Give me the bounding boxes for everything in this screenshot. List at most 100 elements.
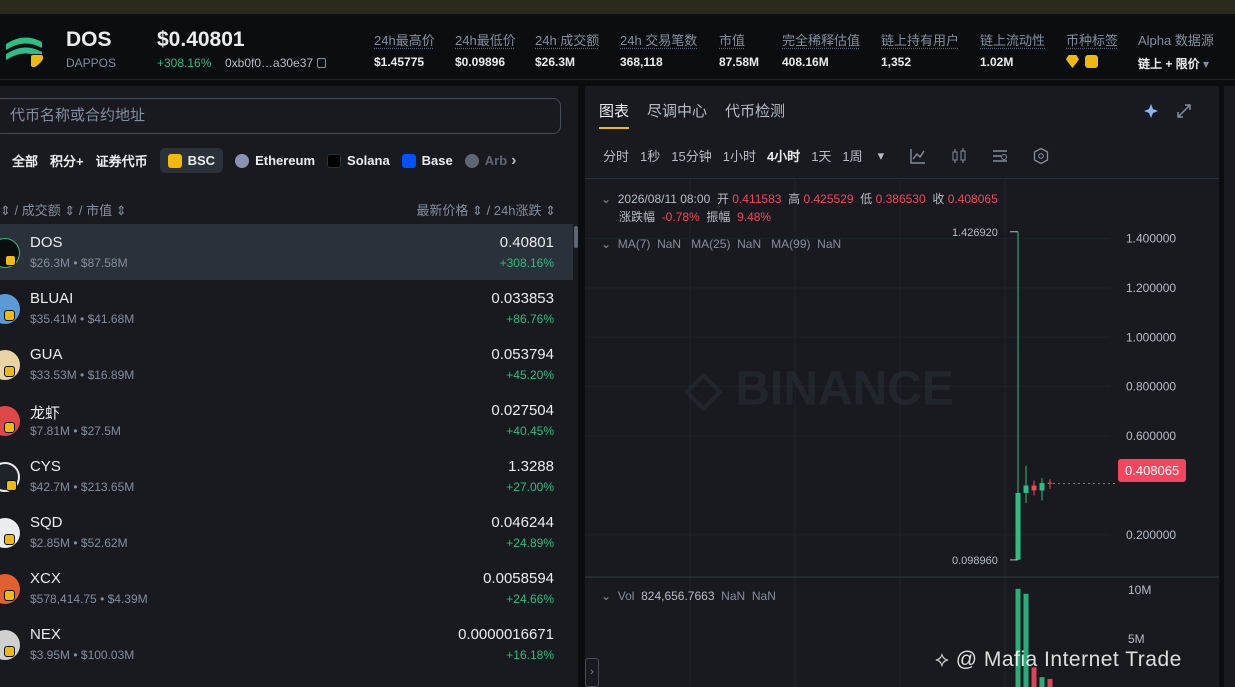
list-item[interactable]: XCX $578,414.75 • $4.39M 0.0058594 +24.6… bbox=[0, 560, 573, 616]
sort-volume: / 成交额 bbox=[14, 203, 61, 218]
filter-all[interactable]: 全部 bbox=[12, 151, 38, 170]
filter-securities[interactable]: 证券代币 bbox=[96, 151, 148, 170]
last-price-tag: 0.408065 bbox=[1118, 459, 1187, 482]
token-name: DAPPOS bbox=[66, 56, 117, 70]
list-scrollbar[interactable] bbox=[574, 226, 578, 248]
alpha-source-value: 链上 + 限价 ▾ bbox=[1138, 55, 1214, 72]
token-header: DOS DAPPOS $0.40801 +308.16% 0xb0f0…a30e… bbox=[0, 14, 1235, 80]
filter-points[interactable]: 积分+ bbox=[50, 151, 84, 170]
bsc-badge-icon bbox=[4, 534, 15, 545]
stat-liquidity: 链上流动性 1.02M bbox=[980, 30, 1045, 69]
indicator-settings-icon[interactable] bbox=[991, 147, 1009, 165]
filter-bsc[interactable]: BSC bbox=[159, 148, 224, 173]
chain-filters: 全部 积分+ 证券代币 BSC Ethereum Solana Base Arb… bbox=[12, 148, 528, 173]
filter-base[interactable]: Base bbox=[401, 153, 453, 168]
low-label: 低 bbox=[860, 192, 873, 206]
sort-header-left[interactable]: ⇕ / 成交额 ⇕ / 市值 ⇕ bbox=[0, 200, 127, 219]
item-sub: $2.85M • $52.62M bbox=[30, 536, 128, 550]
tab-chart[interactable]: 图表 bbox=[599, 100, 630, 129]
stat-label: 24h 成交额 bbox=[535, 33, 600, 48]
expand-panel-icon[interactable]: › bbox=[585, 658, 599, 687]
stat-value: $26.3M bbox=[535, 55, 576, 69]
stat-market-cap: 市值 87.58M bbox=[719, 30, 759, 69]
item-name: XCX bbox=[30, 570, 61, 587]
filter-solana[interactable]: Solana bbox=[327, 153, 390, 168]
line-chart-icon[interactable] bbox=[909, 147, 927, 165]
sort-change: / 24h涨跌 bbox=[486, 203, 542, 218]
candle-type-icon[interactable] bbox=[950, 147, 968, 165]
contract-address[interactable]: 0xb0f0…a30e37 bbox=[225, 56, 327, 70]
tag-bsc-icon[interactable] bbox=[1085, 55, 1098, 68]
volume-bar bbox=[1047, 678, 1053, 687]
interval-timeline[interactable]: 分时 bbox=[603, 146, 629, 165]
vol-line: ⌄ Vol 824,656.7663 NaN NaN bbox=[601, 589, 776, 603]
token-change: +308.16% bbox=[157, 56, 212, 70]
stat-24h-high: 24h最高价 $1.45775 bbox=[374, 30, 435, 69]
candlestick-chart[interactable]: 1.400000 1.200000 1.000000 0.800000 0.600000… bbox=[585, 179, 1219, 687]
collapse-caret-icon[interactable]: ⌄ bbox=[601, 237, 611, 251]
y-tick-label: 1.400000 bbox=[1126, 231, 1176, 245]
search-input[interactable]: 代币名称或合约地址 bbox=[0, 98, 561, 134]
list-item[interactable]: NEX $3.95M • $100.03M 0.0000016671 +16.1… bbox=[0, 616, 573, 672]
tag-diamond-icon[interactable] bbox=[1066, 55, 1079, 68]
caret-down-icon[interactable]: ▾ bbox=[1203, 57, 1209, 71]
token-icon bbox=[0, 462, 20, 492]
open-label: 开 bbox=[716, 192, 729, 206]
item-change: +16.18% bbox=[506, 648, 554, 662]
stat-alpha-source[interactable]: Alpha 数据源 链上 + 限价 ▾ bbox=[1138, 30, 1214, 72]
tab-token-check[interactable]: 代币检测 bbox=[725, 100, 785, 129]
stat-value: $1.45775 bbox=[374, 55, 425, 69]
hexagon-settings-icon[interactable] bbox=[1032, 147, 1050, 165]
sparkle-icon[interactable] bbox=[1143, 102, 1161, 120]
item-price: 0.053794 bbox=[491, 346, 554, 363]
list-item[interactable]: GUA $33.53M • $16.89M 0.053794 +45.20% bbox=[0, 336, 573, 392]
token-icon bbox=[0, 406, 20, 436]
list-item[interactable]: CYS $42.7M • $213.65M 1.3288 +27.00% bbox=[0, 448, 573, 504]
list-item[interactable]: 龙虾 $7.81M • $27.5M 0.027504 +40.45% bbox=[0, 392, 573, 448]
bsc-badge-icon bbox=[5, 255, 16, 266]
interval-more-caret-icon[interactable]: ▾ bbox=[878, 148, 885, 164]
tab-due-diligence[interactable]: 尽调中心 bbox=[647, 100, 707, 129]
candle-body bbox=[1015, 492, 1021, 560]
interval-1w[interactable]: 1周 bbox=[842, 146, 862, 165]
ma99-label: MA(99) bbox=[771, 237, 811, 251]
stat-label: 链上流动性 bbox=[980, 33, 1046, 48]
volume-bar bbox=[1023, 593, 1029, 687]
vol-nan-1: NaN bbox=[721, 589, 746, 603]
filter-ethereum[interactable]: Ethereum bbox=[235, 153, 315, 168]
stat-label: 市值 bbox=[719, 33, 746, 48]
stat-24h-trades: 24h 交易笔数 368,118 bbox=[620, 30, 697, 69]
volume-bar bbox=[1015, 588, 1021, 687]
collapse-caret-icon[interactable]: ⌄ bbox=[601, 589, 611, 603]
chevron-right-icon[interactable]: › bbox=[511, 152, 516, 170]
ma7-label: MA(7) bbox=[617, 237, 651, 251]
item-sub: $26.3M • $87.58M bbox=[30, 256, 128, 270]
copy-icon[interactable] bbox=[317, 58, 327, 68]
interval-4h[interactable]: 4小时 bbox=[767, 146, 800, 165]
interval-15m[interactable]: 15分钟 bbox=[671, 146, 711, 165]
sort-header-right[interactable]: 最新价格 ⇕ / 24h涨跌 ⇕ bbox=[416, 200, 556, 219]
y-tick-label: 0.200000 bbox=[1126, 528, 1176, 542]
stat-holders: 链上持有用户 1,352 bbox=[881, 30, 959, 69]
filter-label: Arb bbox=[484, 153, 508, 168]
interval-1d[interactable]: 1天 bbox=[811, 146, 831, 165]
right-edge-panel bbox=[1224, 86, 1235, 687]
change-label: 涨跌幅 bbox=[619, 210, 656, 224]
filter-arb[interactable]: Arb › bbox=[464, 152, 516, 170]
alpha-source-text: 链上 + 限价 bbox=[1138, 57, 1200, 71]
base-icon bbox=[401, 153, 416, 168]
ma7-value: NaN bbox=[657, 237, 682, 251]
list-item[interactable]: BLUAI $35.41M • $41.68M 0.033853 +86.76% bbox=[0, 280, 573, 336]
high-label: 高 bbox=[788, 192, 801, 206]
vol-tick-label: 5M bbox=[1128, 632, 1145, 646]
amplitude-value: 9.48% bbox=[737, 210, 772, 224]
interval-1s[interactable]: 1秒 bbox=[640, 146, 660, 165]
collapse-caret-icon[interactable]: ⌄ bbox=[601, 192, 611, 206]
expand-icon[interactable] bbox=[1175, 102, 1193, 120]
filter-label: Base bbox=[421, 153, 453, 168]
stat-token-tags: 币种标签 bbox=[1066, 30, 1118, 68]
list-item[interactable]: DOS $26.3M • $87.58M 0.40801 +308.16% bbox=[0, 224, 573, 280]
interval-1h[interactable]: 1小时 bbox=[723, 146, 756, 165]
close-value: 0.408065 bbox=[947, 192, 998, 206]
list-item[interactable]: SQD $2.85M • $52.62M 0.046244 +24.89% bbox=[0, 504, 573, 560]
